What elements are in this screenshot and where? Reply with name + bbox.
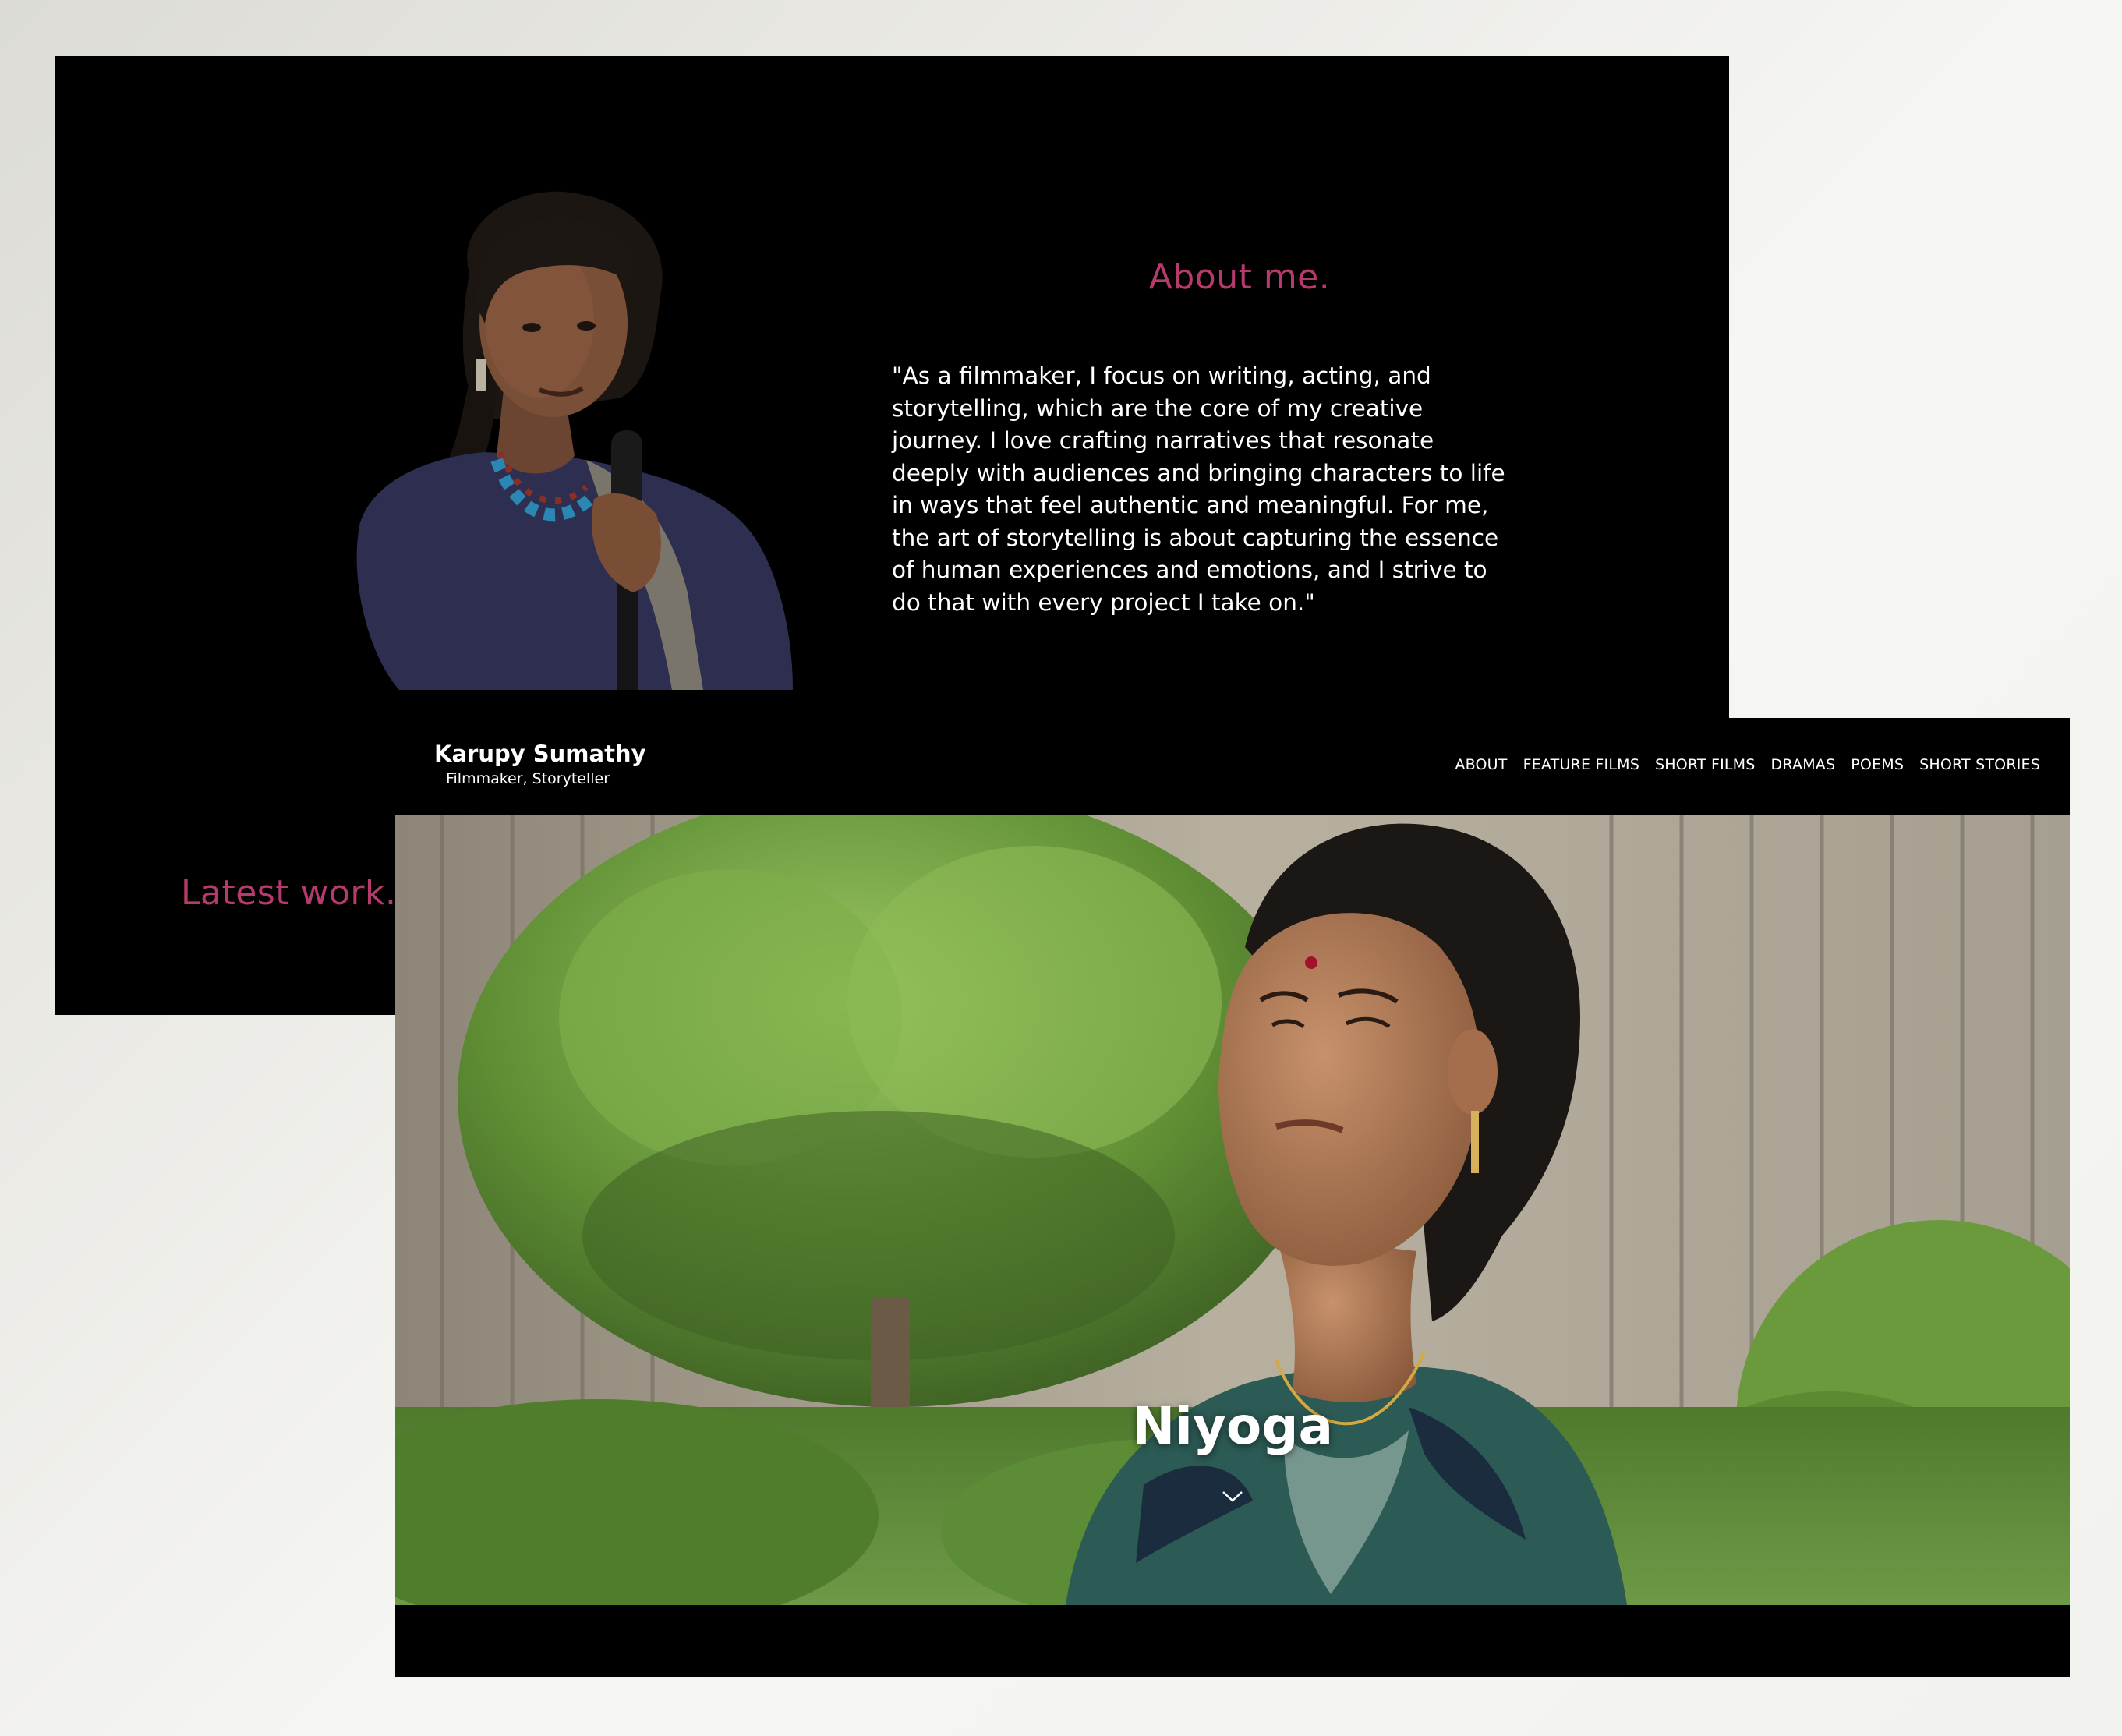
nav-item: SHORT STORIES (1919, 755, 2040, 774)
nav-link-about[interactable]: ABOUT (1455, 756, 1507, 773)
nav-item: FEATURE FILMS (1523, 755, 1639, 774)
nav-link-short-films[interactable]: SHORT FILMS (1655, 756, 1756, 773)
nav-item: POEMS (1851, 755, 1904, 774)
nav-item: DRAMAS (1771, 755, 1836, 774)
latest-work-heading: Latest work. (181, 873, 397, 913)
nav-link-feature-films[interactable]: FEATURE FILMS (1523, 756, 1639, 773)
hero-photo (395, 815, 2070, 1605)
site-header: Karupy Sumathy Filmmaker, Storyteller AB… (395, 718, 2070, 815)
brand[interactable]: Karupy Sumathy Filmmaker, Storyteller (434, 740, 645, 790)
nav-link-dramas[interactable]: DRAMAS (1771, 756, 1836, 773)
hero-banner: Niyoga (395, 815, 2070, 1605)
about-quote-text: "As a filmmaker, I focus on writing, act… (892, 362, 1505, 616)
portrait-photo (356, 191, 794, 690)
about-heading: About me. (1148, 257, 1331, 297)
nav-item: SHORT FILMS (1655, 755, 1756, 774)
chevron-down-icon[interactable] (1220, 1488, 1245, 1505)
nav-list: ABOUT FEATURE FILMS SHORT FILMS DRAMAS P… (1455, 755, 2040, 774)
hero-title: Niyoga (1131, 1396, 1333, 1456)
brand-name[interactable]: Karupy Sumathy (434, 740, 645, 768)
nav-link-short-stories[interactable]: SHORT STORIES (1919, 756, 2040, 773)
home-page-screenshot: Karupy Sumathy Filmmaker, Storyteller AB… (395, 718, 2070, 1677)
nav-item: ABOUT (1455, 755, 1507, 774)
brand-tagline: Filmmaker, Storyteller (445, 770, 610, 787)
nav-link-poems[interactable]: POEMS (1851, 756, 1904, 773)
